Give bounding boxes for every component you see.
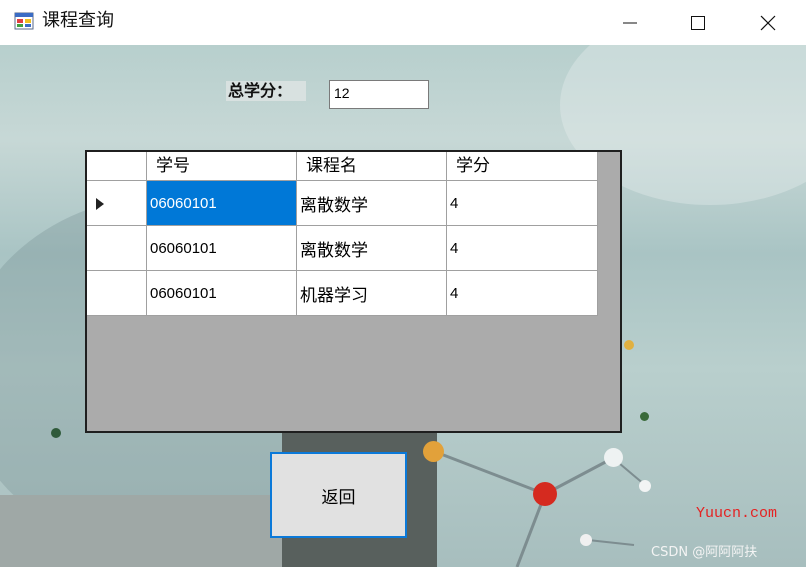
course-query-window: 课程查询 总学分： 12 学号 课程名 学分 06060101 离散数学 4 0…: [0, 0, 806, 567]
site-watermark: Yuucn.com: [696, 505, 778, 522]
grid-corner-header[interactable]: [87, 152, 147, 181]
column-header-course-name[interactable]: 课程名: [297, 152, 447, 181]
cell-course-name-row-3[interactable]: 机器学习: [297, 271, 447, 316]
small-white-node: [639, 480, 651, 492]
cell-course-name-row-2[interactable]: 离散数学: [297, 226, 447, 271]
cell-credits-row-2[interactable]: 4: [447, 226, 598, 271]
close-button[interactable]: [734, 0, 802, 45]
red-node: [533, 482, 557, 506]
cell-student-id-row-2[interactable]: 06060101: [147, 226, 297, 271]
cell-credits-row-3[interactable]: 4: [447, 271, 598, 316]
maximize-icon: [691, 15, 705, 30]
form-client-area: 总学分： 12 学号 课程名 学分 06060101 离散数学 4 060601…: [0, 45, 806, 567]
current-row-arrow-icon: [96, 198, 104, 210]
cell-course-name-row-1[interactable]: 离散数学: [297, 181, 447, 226]
close-icon: [760, 15, 776, 30]
small-yellow-node: [624, 340, 634, 350]
small-dark-node: [51, 428, 61, 438]
minimize-button[interactable]: [596, 0, 664, 45]
back-button[interactable]: 返回: [270, 452, 407, 538]
column-header-credits[interactable]: 学分: [447, 152, 598, 181]
app-form-icon: [14, 11, 34, 31]
minimize-icon: [623, 22, 637, 23]
row-header-2[interactable]: [87, 226, 147, 271]
small-green-node: [640, 412, 649, 421]
small-white-node-2: [580, 534, 592, 546]
row-header-1[interactable]: [87, 181, 147, 226]
column-header-student-id[interactable]: 学号: [147, 152, 297, 181]
cell-student-id-row-1[interactable]: 06060101: [147, 181, 297, 226]
total-credits-input[interactable]: 12: [329, 80, 429, 109]
row-header-3[interactable]: [87, 271, 147, 316]
title-bar: 课程查询: [0, 0, 806, 45]
orange-node: [423, 441, 444, 462]
total-credits-label: 总学分：: [226, 81, 306, 101]
cell-student-id-row-3[interactable]: 06060101: [147, 271, 297, 316]
course-data-grid[interactable]: 学号 课程名 学分 06060101 离散数学 4 06060101 离散数学 …: [85, 150, 622, 433]
window-title: 课程查询: [42, 10, 114, 31]
maximize-button[interactable]: [664, 0, 732, 45]
white-node: [604, 448, 623, 467]
author-watermark: CSDN @阿阿阿扶: [651, 545, 758, 560]
cell-credits-row-1[interactable]: 4: [447, 181, 598, 226]
